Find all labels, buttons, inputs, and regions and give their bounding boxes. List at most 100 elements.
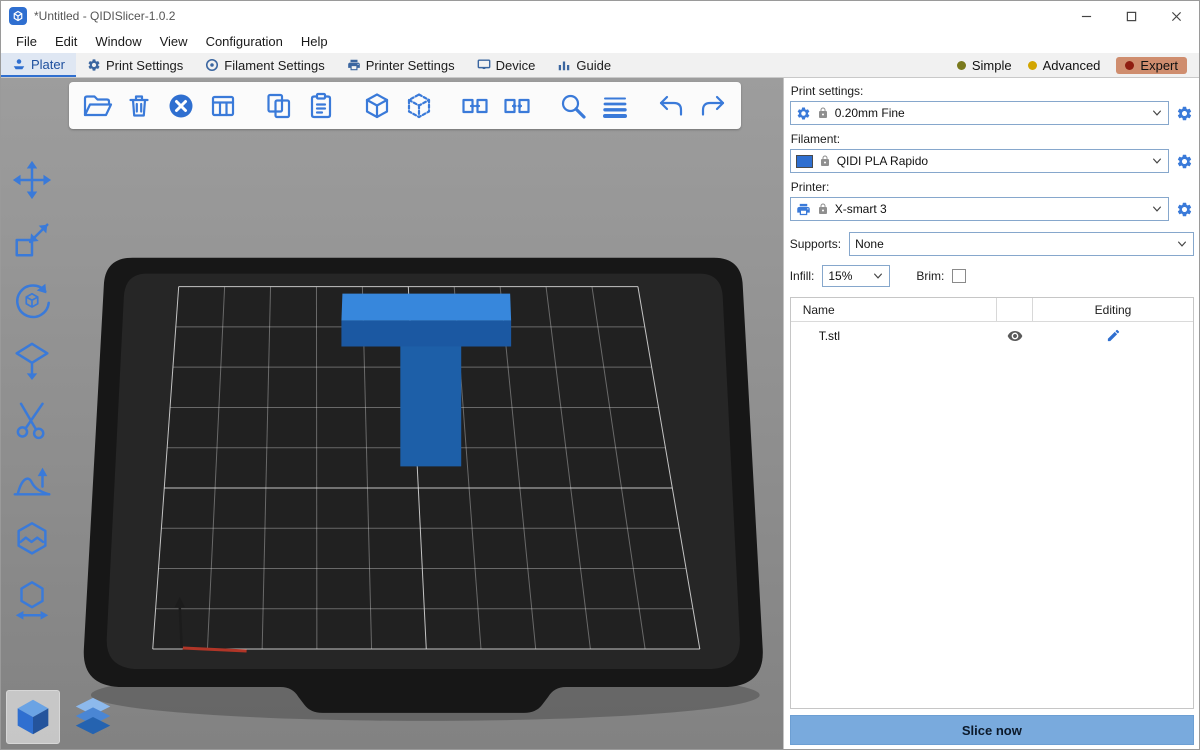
column-visibility xyxy=(997,298,1033,321)
edit-icon[interactable] xyxy=(1106,328,1121,343)
column-editing: Editing xyxy=(1033,298,1193,321)
mode-selector: Simple Advanced Expert xyxy=(957,53,1199,77)
object-list-header: Name Editing xyxy=(791,298,1193,322)
chevron-down-icon xyxy=(1151,155,1163,167)
print-settings-icon xyxy=(87,58,101,72)
filament-settings-icon xyxy=(205,58,219,72)
rotate-tool-button[interactable] xyxy=(9,278,55,322)
filament-label: Filament: xyxy=(791,132,1194,146)
supports-combo[interactable]: None xyxy=(849,232,1194,256)
viewport-3d[interactable] xyxy=(1,78,783,749)
tab-filament-settings[interactable]: Filament Settings xyxy=(194,53,335,77)
tab-print-settings[interactable]: Print Settings xyxy=(76,53,194,77)
remove-instance-button[interactable] xyxy=(401,88,437,124)
title-bar: *Untitled - QIDISlicer-1.0.2 xyxy=(1,1,1199,31)
delete-button[interactable] xyxy=(121,88,157,124)
slice-now-button[interactable]: Slice now xyxy=(790,715,1194,745)
menu-configuration[interactable]: Configuration xyxy=(197,31,292,53)
menu-edit[interactable]: Edit xyxy=(46,31,86,53)
preview-view-button[interactable] xyxy=(66,690,120,744)
app-window: *Untitled - QIDISlicer-1.0.2 File Edit W… xyxy=(0,0,1200,750)
variable-layer-height-button[interactable] xyxy=(597,88,633,124)
printer-gear-button[interactable] xyxy=(1174,199,1194,219)
split-to-parts-button[interactable] xyxy=(499,88,535,124)
close-button[interactable] xyxy=(1154,1,1199,31)
3d-editor-icon xyxy=(10,694,56,740)
mode-simple[interactable]: Simple xyxy=(957,58,1012,73)
arrange-button[interactable] xyxy=(205,88,241,124)
maximize-button[interactable] xyxy=(1109,1,1154,31)
copy-button[interactable] xyxy=(261,88,297,124)
menu-file[interactable]: File xyxy=(7,31,46,53)
object-name: T.stl xyxy=(791,322,997,349)
editor-view-button[interactable] xyxy=(6,690,60,744)
plater-toolbar xyxy=(69,82,741,129)
cut-tool-button[interactable] xyxy=(9,398,55,442)
chevron-down-icon xyxy=(1151,203,1163,215)
add-instance-button[interactable] xyxy=(359,88,395,124)
filament-combo[interactable]: QIDI PLA Rapido xyxy=(790,149,1169,173)
open-folder-button[interactable] xyxy=(79,88,115,124)
printer-combo[interactable]: X-smart 3 xyxy=(790,197,1169,221)
brim-label: Brim: xyxy=(916,269,944,283)
build-plate-scene[interactable] xyxy=(1,78,783,749)
tab-device[interactable]: Device xyxy=(466,53,547,77)
device-icon xyxy=(477,58,491,72)
layers-preview-icon xyxy=(70,694,116,740)
search-button[interactable] xyxy=(555,88,591,124)
print-settings-label: Print settings: xyxy=(791,84,1194,98)
filament-value: QIDI PLA Rapido xyxy=(837,154,928,168)
menu-bar: File Edit Window View Configuration Help xyxy=(1,31,1199,53)
printer-value: X-smart 3 xyxy=(835,202,887,216)
print-settings-gear-button[interactable] xyxy=(1174,103,1194,123)
filament-gear-button[interactable] xyxy=(1174,151,1194,171)
print-settings-value: 0.20mm Fine xyxy=(835,106,905,120)
expert-dot-icon xyxy=(1125,61,1134,70)
chevron-down-icon xyxy=(872,270,884,282)
filament-color-swatch xyxy=(796,155,813,168)
place-on-face-tool-button[interactable] xyxy=(9,338,55,382)
paste-button[interactable] xyxy=(303,88,339,124)
printer-settings-icon xyxy=(347,58,361,72)
tab-printer-settings[interactable]: Printer Settings xyxy=(336,53,466,77)
printer-label: Printer: xyxy=(791,180,1194,194)
undo-button[interactable] xyxy=(653,88,689,124)
measure-tool-button[interactable] xyxy=(9,578,55,622)
paint-supports-tool-button[interactable] xyxy=(9,458,55,502)
supports-label: Supports: xyxy=(790,237,841,251)
plater-icon xyxy=(12,57,26,71)
guide-icon xyxy=(557,58,571,72)
minimize-button[interactable] xyxy=(1064,1,1109,31)
menu-help[interactable]: Help xyxy=(292,31,337,53)
menu-window[interactable]: Window xyxy=(86,31,150,53)
infill-combo[interactable]: 15% xyxy=(822,265,890,287)
printer-icon xyxy=(796,202,811,217)
tab-plater[interactable]: Plater xyxy=(1,53,76,77)
move-tool-button[interactable] xyxy=(9,158,55,202)
object-row-t-stl[interactable]: T.stl xyxy=(791,322,1193,349)
view-switcher xyxy=(6,690,120,744)
print-settings-combo[interactable]: 0.20mm Fine xyxy=(790,101,1169,125)
mode-expert[interactable]: Expert xyxy=(1116,57,1187,74)
seam-tool-button[interactable] xyxy=(9,518,55,562)
tab-bar: Plater Print Settings Filament Settings … xyxy=(1,53,1199,78)
simple-dot-icon xyxy=(957,61,966,70)
menu-view[interactable]: View xyxy=(151,31,197,53)
split-to-objects-button[interactable] xyxy=(457,88,493,124)
advanced-dot-icon xyxy=(1028,61,1037,70)
lock-icon xyxy=(817,107,829,119)
scale-tool-button[interactable] xyxy=(9,218,55,262)
gizmo-toolbar xyxy=(9,158,55,622)
supports-value: None xyxy=(855,237,884,251)
settings-sidebar: Print settings: 0.20mm Fine Filament: QI… xyxy=(783,78,1199,749)
window-title: *Untitled - QIDISlicer-1.0.2 xyxy=(34,9,175,23)
eye-icon[interactable] xyxy=(1007,328,1023,344)
brim-checkbox[interactable] xyxy=(952,269,966,283)
lock-icon xyxy=(817,203,829,215)
redo-button[interactable] xyxy=(695,88,731,124)
column-name: Name xyxy=(791,298,997,321)
tab-guide[interactable]: Guide xyxy=(546,53,622,77)
delete-all-button[interactable] xyxy=(163,88,199,124)
mode-advanced[interactable]: Advanced xyxy=(1028,58,1101,73)
object-list: Name Editing T.stl xyxy=(790,297,1194,709)
